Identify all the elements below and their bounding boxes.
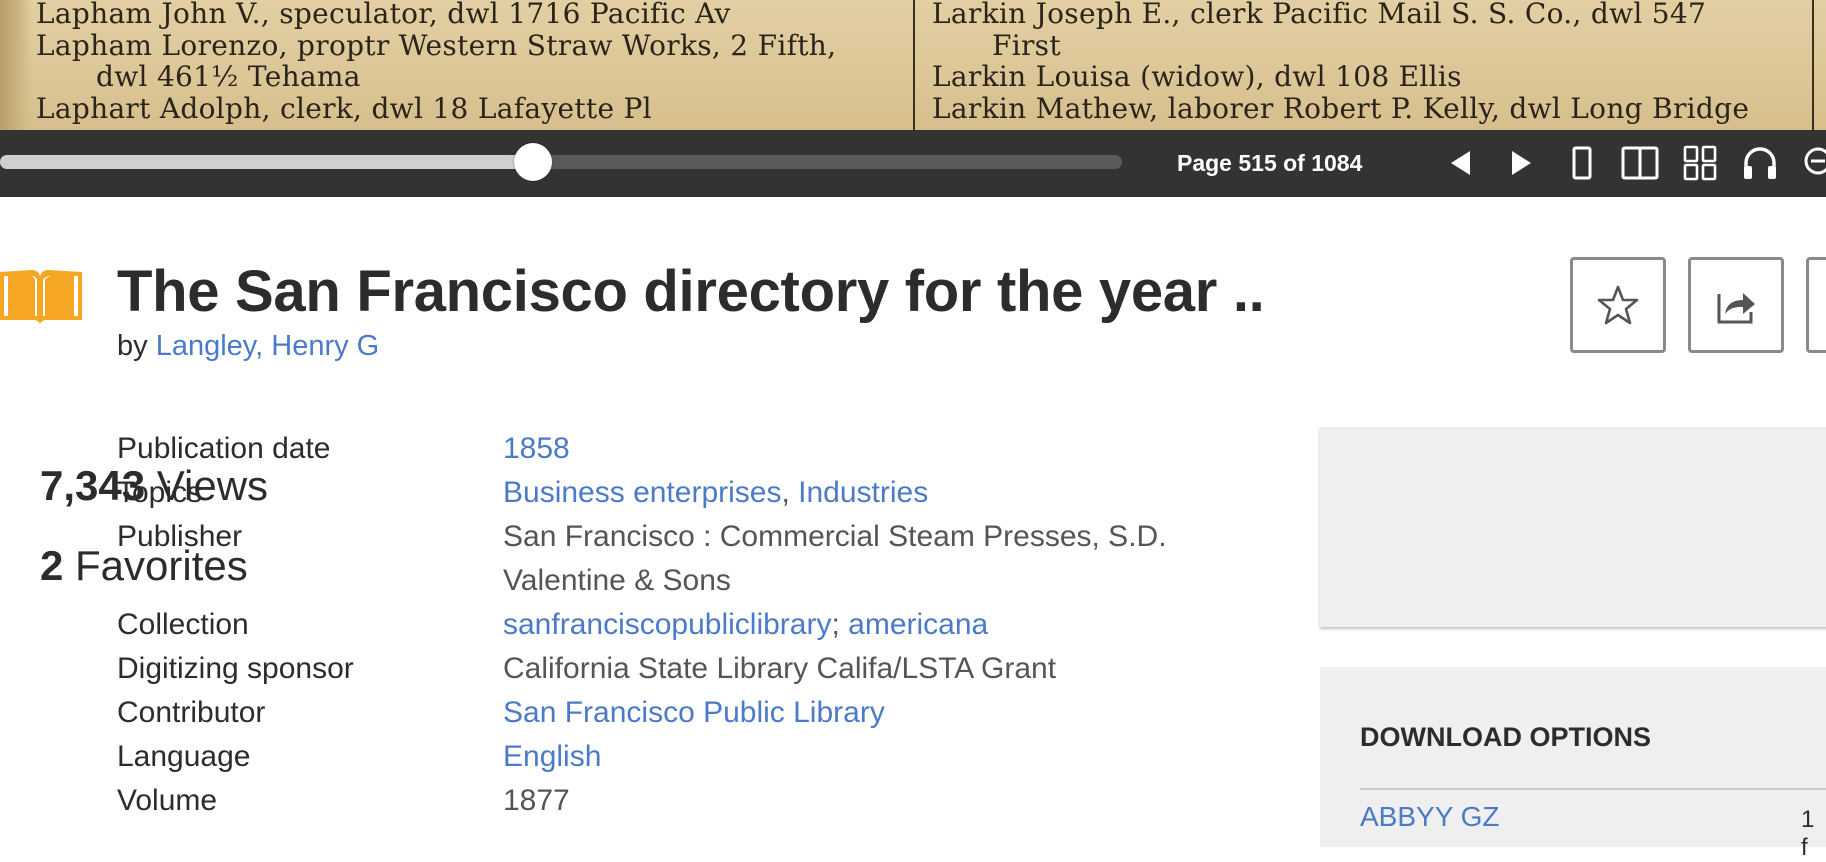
download-options-heading: DOWNLOAD OPTIONS (1360, 722, 1651, 752)
favorites-count: 2 (40, 542, 64, 589)
zoom-out-icon[interactable] (1798, 143, 1826, 183)
divider (1360, 788, 1826, 790)
scan-line: Lapham John V., speculator, dwl 1716 Pac… (36, 0, 731, 30)
views-stat: 7,343 Views (40, 462, 268, 510)
metadata-key: Language (117, 740, 251, 773)
stats-panel (1320, 427, 1826, 627)
scan-left-column: Lapham John V., speculator, dwl 1716 Pac… (36, 0, 836, 124)
prev-page-icon[interactable] (1442, 143, 1482, 183)
metadata-row-publication-date: Publication date 1858 (117, 427, 1217, 471)
scan-line: First (992, 28, 1061, 62)
book-icon (0, 266, 82, 330)
views-label: Views (156, 462, 269, 509)
by-label: by (117, 330, 148, 362)
scan-line: Lapham Lorenzo, proptr Western Straw Wor… (36, 28, 837, 62)
favorite-button[interactable] (1570, 257, 1666, 353)
download-abbyy-gz-link[interactable]: ABBYY GZ (1360, 801, 1500, 833)
one-page-view-icon[interactable] (1562, 143, 1602, 183)
share-button[interactable] (1688, 257, 1784, 353)
scan-line: Larkin Louisa (widow), dwl 108 Ellis (932, 60, 1462, 93)
two-page-view-icon[interactable] (1620, 143, 1660, 183)
views-count: 7,343 (40, 462, 146, 509)
language-link[interactable]: English (503, 740, 601, 773)
scan-line: dwl 461½ Tehama (96, 60, 361, 93)
more-actions-button[interactable] (1806, 257, 1826, 353)
metadata-key: Volume (117, 784, 218, 817)
collection-link[interactable]: sanfranciscopubliclibrary (503, 608, 831, 641)
publisher-value: San Francisco : Commercial Steam Presses… (503, 520, 1167, 553)
metadata-row-volume: Volume 1877 (117, 779, 1217, 823)
metadata-row-topics: Topics Business enterprises, Industries (117, 471, 1217, 515)
book-page-scan: Lapham John V., speculator, dwl 1716 Pac… (0, 0, 1826, 130)
publication-date-link[interactable]: 1858 (503, 432, 570, 465)
scan-line: Larkin Joseph E., clerk Pacific Mail S. … (932, 0, 1707, 30)
sponsor-value: California State Library Califa/LSTA Gra… (503, 652, 1057, 685)
author-link[interactable]: Langley, Henry G (156, 330, 380, 362)
page-edge (0, 0, 32, 130)
page-slider[interactable] (0, 155, 1122, 169)
publisher-value: Valentine & Sons (503, 564, 731, 597)
page-slider-progress (0, 155, 533, 169)
separator: , (781, 476, 799, 509)
share-icon (1717, 293, 1755, 324)
volume-value: 1877 (503, 784, 570, 817)
metadata-row-collection: Collection sanfranciscopubliclibrary; am… (117, 603, 1217, 647)
scan-line: Larkin Mathew, laborer Robert P. Kelly, … (932, 91, 1750, 125)
page-indicator: Page 515 of 1084 (1177, 150, 1363, 176)
column-rule (913, 0, 915, 130)
favorites-stat: 2 Favorites (40, 542, 248, 590)
collection-link[interactable]: americana (848, 608, 988, 641)
topic-link[interactable]: Industries (798, 476, 928, 509)
thumbnail-view-icon[interactable] (1680, 143, 1720, 183)
metadata-key: Digitizing sponsor (117, 652, 354, 685)
column-rule (1812, 0, 1814, 130)
separator: ; (831, 608, 849, 641)
next-page-icon[interactable] (1500, 143, 1540, 183)
metadata-key: Contributor (117, 696, 266, 729)
metadata-row-sponsor: Digitizing sponsor California State Libr… (117, 647, 1217, 691)
star-icon (1597, 285, 1639, 325)
download-file-count: 1 f (1801, 806, 1815, 861)
page-slider-handle[interactable] (514, 143, 552, 181)
favorites-label: Favorites (75, 542, 248, 589)
contributor-link[interactable]: San Francisco Public Library (503, 696, 885, 729)
page-title: The San Francisco directory for the year… (117, 259, 1265, 324)
scan-right-column: Larkin Joseph E., clerk Pacific Mail S. … (932, 0, 1749, 124)
metadata-key: Collection (117, 608, 249, 641)
metadata-list: Publication date 1858 Topics Business en… (117, 427, 1217, 823)
metadata-row-language: Language English (117, 735, 1217, 779)
metadata-row-publisher: Publisher San Francisco : Commercial Ste… (117, 515, 1217, 603)
read-aloud-icon[interactable] (1740, 143, 1780, 183)
byline: by Langley, Henry G (117, 330, 379, 363)
topic-link[interactable]: Business enterprises (503, 476, 781, 509)
metadata-row-contributor: Contributor San Francisco Public Library (117, 691, 1217, 735)
scan-line: Laphart Adolph, clerk, dwl 18 Lafayette … (36, 91, 652, 125)
